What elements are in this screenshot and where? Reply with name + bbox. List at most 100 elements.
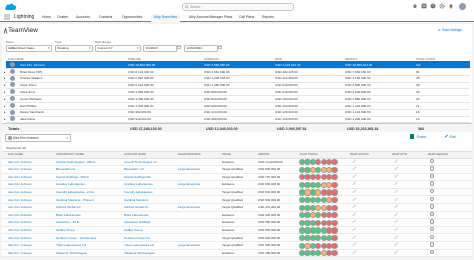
start-date-input[interactable]: 1/1/2023 <box>143 44 177 52</box>
account-name-link[interactable]: Grantley Laboratories <box>124 182 178 186</box>
what-reason-status-icon[interactable] <box>430 211 435 217</box>
full-name-link[interactable]: Alex Kim Johnson <box>8 167 52 171</box>
chevron-right-icon[interactable]: ▸ <box>4 117 6 121</box>
opportunity-name-link[interactable]: Ashford Global Inc <box>56 205 122 209</box>
col-header-opportunity-name[interactable]: OPPORTUNITY NAME <box>56 153 84 156</box>
opportunity-name-link[interactable]: Bluewatch Ltd <box>56 167 122 171</box>
account-name-link[interactable]: Foundry Laboratories <box>124 190 178 194</box>
export-button[interactable]: Export <box>408 134 434 140</box>
app-launcher-grid-icon[interactable] <box>4 13 10 20</box>
full-name-cell[interactable]: Dan Phillips <box>20 104 36 108</box>
user-select[interactable]: Alex Kim Johnson ▾ <box>5 134 71 142</box>
opportunity-name-link[interactable]: Kestrel Holdings - 300 lic <box>56 175 122 179</box>
full-name-link[interactable]: Alex Kim Johnson <box>8 236 52 240</box>
account-name-link[interactable]: Ashford Global Inc <box>124 205 178 209</box>
opportunity-name-link[interactable]: Northern Group - 120 licenses <box>56 236 122 240</box>
full-name-link[interactable]: Alex Kim Johnson <box>8 213 52 217</box>
what-reason-status-icon[interactable] <box>430 189 435 194</box>
col-header-account-name[interactable]: ACCOUNT NAME <box>124 153 146 156</box>
account-name-link[interactable]: Kestrel Holdings Plc <box>124 175 178 179</box>
full-name-cell[interactable]: Charles Watkins <box>20 76 42 80</box>
cloud-logo-icon[interactable] <box>4 2 17 11</box>
what-attn-edit-icon[interactable] <box>394 227 399 232</box>
account-name-link[interactable]: Valdemar Technologies <box>124 251 178 255</box>
full-name-cell[interactable]: Clara Sims <box>20 90 35 94</box>
full-name-cell[interactable]: Brian Ross (VP) <box>20 70 42 74</box>
nav-tab-accounts[interactable]: Accounts <box>76 15 90 19</box>
account-name-link[interactable]: Northern Group Ltd <box>124 236 178 240</box>
opportunity-name-link[interactable]: Brant Laboratories <box>56 213 122 217</box>
col-header-full-name[interactable]: FULL NAME <box>8 153 23 156</box>
what-reason-status-icon[interactable] <box>430 173 435 179</box>
what-action-edit-icon[interactable] <box>352 212 357 217</box>
full-name-link[interactable]: Alex Kim Johnson <box>8 220 52 224</box>
nav-tab-account-manager-plans[interactable]: Ahly Account Manager Plans <box>189 15 232 19</box>
full-name-link[interactable]: Alex Kim Johnson <box>8 205 52 209</box>
nav-tab-opportunities[interactable]: Opportunities <box>122 15 142 19</box>
chevron-right-icon[interactable]: ▸ <box>4 110 6 114</box>
col-header-plan-status[interactable]: PLAN STATUS <box>300 153 318 156</box>
setup-gear-icon[interactable] <box>439 3 445 9</box>
chevron-right-icon[interactable]: ▸ <box>4 70 6 74</box>
what-action-edit-icon[interactable] <box>352 181 357 186</box>
what-action-edit-icon[interactable] <box>352 204 357 209</box>
type-select[interactable]: Booking ▾ <box>55 44 93 52</box>
what-attn-edit-icon[interactable] <box>394 174 399 179</box>
full-name-cell[interactable]: Clara Thiem <box>20 83 37 87</box>
nav-tab-reports[interactable]: Reports <box>262 15 274 19</box>
nav-tab-call-plans[interactable]: Call Plans <box>239 15 254 19</box>
opportunity-name-link[interactable]: Hadley Group <box>56 228 122 232</box>
what-action-edit-icon[interactable] <box>352 174 357 179</box>
nav-tab-contacts[interactable]: Contacts <box>99 15 112 19</box>
what-action-edit-icon[interactable] <box>352 166 357 171</box>
account-name-link[interactable]: Acusoft Technologies Inc <box>124 160 178 164</box>
what-action-edit-icon[interactable] <box>352 189 357 194</box>
what-attn-edit-icon[interactable] <box>394 212 399 217</box>
opportunity-name-link[interactable]: Grantley Laboratories <box>56 182 122 186</box>
team-settings-link[interactable]: ⚙ Team Settings <box>438 28 462 32</box>
full-name-link[interactable]: Alex Kim Johnson <box>8 182 52 186</box>
full-name-link[interactable]: Alex Kim Johnson <box>8 251 52 255</box>
nav-tab-home[interactable]: Home <box>42 15 51 19</box>
what-reason-status-icon[interactable] <box>430 204 435 209</box>
what-reason-status-icon[interactable] <box>430 249 435 255</box>
col-header-stage[interactable]: STAGE <box>222 153 231 156</box>
full-name-cell[interactable]: Alex Kim Johnson <box>20 63 45 67</box>
sales-process-cell[interactable]: Large Enterprise <box>178 182 222 186</box>
full-name-link[interactable]: Alex Kim Johnson <box>8 160 52 164</box>
col-header-what-action[interactable]: WHAT ACTION <box>350 153 368 156</box>
full-name-link[interactable]: Alex Kim Johnson <box>8 243 52 247</box>
full-name-link[interactable]: Alex Kim Johnson <box>8 198 52 202</box>
full-name-cell[interactable]: Conor Michaels <box>20 97 42 101</box>
opportunity-name-link[interactable]: Yoker Laboratories Ltd <box>56 243 122 247</box>
help-icon[interactable]: ? <box>430 3 436 9</box>
what-reason-status-icon[interactable] <box>430 227 435 232</box>
what-attn-edit-icon[interactable] <box>394 204 399 209</box>
full-name-link[interactable]: Alex Kim Johnson <box>8 190 52 194</box>
account-name-link[interactable]: Hadley Group <box>124 228 178 232</box>
date-range-select[interactable]: Current FY ▾ <box>95 44 141 52</box>
what-reason-status-icon[interactable] <box>430 166 435 171</box>
col-header-sales-process[interactable]: SALES PROCESS <box>178 153 201 156</box>
what-reason-status-icon[interactable] <box>430 196 435 202</box>
what-attn-edit-icon[interactable] <box>394 197 399 202</box>
chevron-right-icon[interactable]: ▸ <box>4 97 6 101</box>
what-reason-status-icon[interactable] <box>430 181 435 186</box>
what-action-edit-icon[interactable] <box>352 197 357 202</box>
chevron-right-icon[interactable]: ▸ <box>4 83 6 87</box>
chevron-right-icon[interactable]: ▸ <box>4 76 6 80</box>
sales-process-cell[interactable]: Large Enterprise <box>178 167 222 171</box>
what-action-edit-icon[interactable] <box>352 227 357 232</box>
opportunity-name-link[interactable]: Lakeshore - 60 lic <box>56 220 122 224</box>
calendar-icon[interactable] <box>177 45 181 49</box>
full-name-cell[interactable]: Jake Davis <box>20 117 35 121</box>
what-attn-edit-icon[interactable] <box>394 166 399 171</box>
what-action-edit-icon[interactable] <box>352 159 357 164</box>
chevron-down-icon[interactable]: ▾ <box>4 63 6 67</box>
nav-tab-chatter[interactable]: Chatter <box>57 15 68 19</box>
opportunity-name-link[interactable]: Cardinal Solutions - Phase 2 <box>56 198 122 202</box>
what-attn-edit-icon[interactable] <box>394 242 399 247</box>
opportunity-name-link[interactable]: Valdemar Technologies <box>56 251 122 255</box>
col-header-what-reason[interactable]: WHAT REASON <box>428 153 448 156</box>
what-attn-edit-icon[interactable] <box>394 250 399 255</box>
